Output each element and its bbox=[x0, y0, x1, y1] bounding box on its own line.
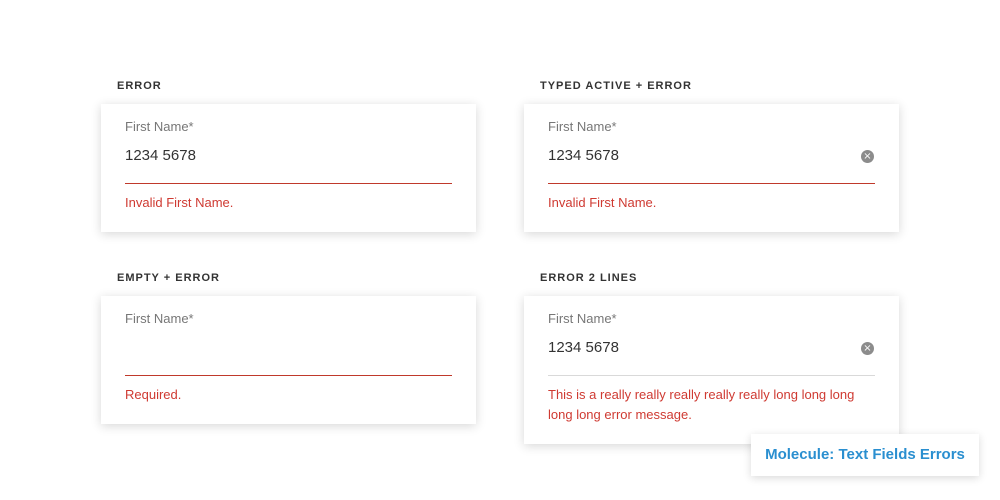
error-underline bbox=[125, 375, 452, 376]
error-message: Invalid First Name. bbox=[548, 195, 657, 210]
section-label-empty-error: EMPTY + ERROR bbox=[117, 272, 220, 284]
neutral-underline bbox=[548, 375, 875, 376]
section-label-error-2-lines: ERROR 2 LINES bbox=[540, 272, 638, 284]
error-underline bbox=[548, 183, 875, 184]
molecule-caption: Molecule: Text Fields Errors bbox=[751, 434, 979, 476]
field-label: First Name* bbox=[125, 119, 194, 134]
error-underline bbox=[125, 183, 452, 184]
first-name-input[interactable] bbox=[125, 339, 452, 359]
clear-circle-icon[interactable]: × bbox=[861, 342, 874, 355]
first-name-input[interactable]: 1234 5678 bbox=[548, 339, 619, 356]
error-message: Required. bbox=[125, 387, 182, 402]
section-label-error: ERROR bbox=[117, 80, 162, 92]
text-field-card-error-2-lines: First Name* 1234 5678 × This is a really… bbox=[524, 296, 899, 444]
section-label-typed-active-error: TYPED ACTIVE + ERROR bbox=[540, 80, 692, 92]
field-label: First Name* bbox=[548, 311, 617, 326]
field-label: First Name* bbox=[125, 311, 194, 326]
first-name-input[interactable]: 1234 5678 bbox=[125, 147, 196, 164]
field-label: First Name* bbox=[548, 119, 617, 134]
first-name-input[interactable]: 1234 5678 bbox=[548, 147, 619, 164]
text-field-card-typed-active-error: First Name* 1234 5678 × Invalid First Na… bbox=[524, 104, 899, 232]
text-field-card-error: First Name* 1234 5678 Invalid First Name… bbox=[101, 104, 476, 232]
error-message: Invalid First Name. bbox=[125, 195, 234, 210]
text-field-card-empty-error: First Name* Required. bbox=[101, 296, 476, 424]
error-message: This is a really really really really re… bbox=[548, 387, 855, 422]
clear-circle-icon[interactable]: × bbox=[861, 150, 874, 163]
